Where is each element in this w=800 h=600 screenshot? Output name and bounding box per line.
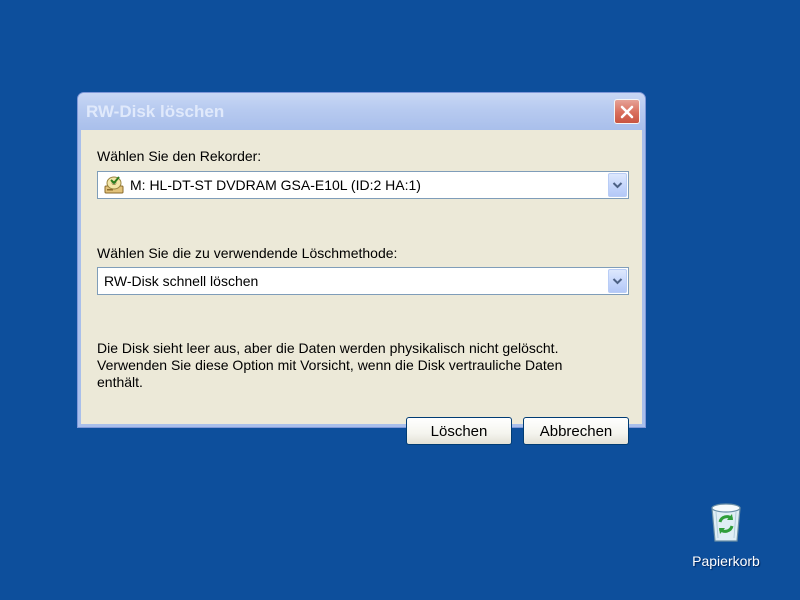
optical-drive-icon <box>104 176 124 194</box>
dialog-titlebar[interactable]: RW-Disk löschen <box>78 93 645 130</box>
recycle-bin-shortcut[interactable]: Papierkorb <box>686 500 766 574</box>
description-line: enthält. <box>97 374 143 390</box>
cancel-button[interactable]: Abbrechen <box>523 417 629 445</box>
description-line: Verwenden Sie diese Option mit Vorsicht,… <box>97 357 563 373</box>
dialog-body: Wählen Sie den Rekorder: M: HL-DT-ST DVD… <box>81 130 642 445</box>
chevron-down-icon <box>612 278 623 285</box>
recycle-bin-label: Papierkorb <box>692 553 760 569</box>
recorder-dropdown-button[interactable] <box>608 173 627 197</box>
erase-method-select[interactable]: RW-Disk schnell löschen <box>97 267 629 295</box>
erase-method-dropdown-button[interactable] <box>608 269 627 293</box>
close-icon <box>620 105 634 118</box>
erase-method-label: Wählen Sie die zu verwendende Löschmetho… <box>97 245 398 261</box>
recorder-select[interactable]: M: HL-DT-ST DVDRAM GSA-E10L (ID:2 HA:1) <box>97 171 629 199</box>
erase-button[interactable]: Löschen <box>406 417 512 445</box>
close-button[interactable] <box>614 99 640 124</box>
recorder-select-value: M: HL-DT-ST DVDRAM GSA-E10L (ID:2 HA:1) <box>130 177 421 193</box>
recorder-label: Wählen Sie den Rekorder: <box>97 148 262 164</box>
erase-method-select-value: RW-Disk schnell löschen <box>104 273 259 289</box>
erase-method-description: Die Disk sieht leer aus, aber die Daten … <box>97 340 627 391</box>
chevron-down-icon <box>612 182 623 189</box>
recycle-bin-icon <box>711 503 741 542</box>
description-line: Die Disk sieht leer aus, aber die Daten … <box>97 340 559 356</box>
erase-disk-dialog: RW-Disk löschen Wählen Sie den Rekorder:… <box>77 92 646 445</box>
dialog-title: RW-Disk löschen <box>86 102 225 121</box>
